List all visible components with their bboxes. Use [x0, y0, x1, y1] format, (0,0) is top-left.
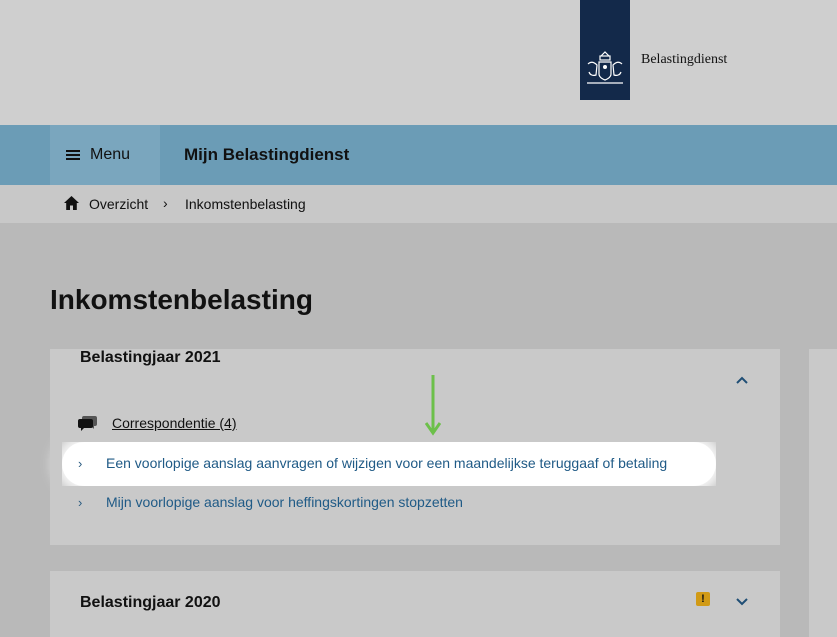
- logo[interactable]: [580, 0, 630, 100]
- logo-text: Belastingdienst: [641, 52, 728, 67]
- chevron-down-icon[interactable]: [736, 598, 748, 606]
- main-nav: Menu Mijn Belastingdienst: [0, 125, 837, 185]
- chevron-right-icon: ›: [163, 195, 168, 211]
- link-voorlopige-aanslag-aanvragen[interactable]: › Een voorlopige aanslag aanvragen of wi…: [78, 455, 667, 471]
- coat-of-arms-icon: [587, 51, 623, 84]
- menu-button[interactable]: Menu: [50, 125, 160, 185]
- breadcrumb: Overzicht › Inkomstenbelasting: [0, 185, 837, 223]
- home-icon[interactable]: [64, 196, 79, 210]
- link-heffingskortingen-stopzetten[interactable]: › Mijn voorlopige aanslag voor heffingsk…: [78, 494, 463, 510]
- correspondence-row[interactable]: Correspondentie (4): [78, 415, 237, 431]
- link-text[interactable]: Mijn voorlopige aanslag voor heffingskor…: [106, 494, 463, 510]
- breadcrumb-current: Inkomstenbelasting: [185, 196, 306, 212]
- menu-label: Menu: [90, 146, 131, 163]
- chevron-right-icon: ›: [78, 494, 83, 510]
- site-header: Belastingdienst: [0, 0, 837, 125]
- chevron-right-icon: ›: [78, 455, 83, 471]
- breadcrumb-overzicht[interactable]: Overzicht: [89, 196, 148, 212]
- section-2021-content: Belastingjaar 2021 Correspondentie (4) ›…: [50, 349, 780, 545]
- correspondence-link[interactable]: Correspondentie (4): [112, 415, 237, 431]
- section-title[interactable]: Belastingjaar 2020: [80, 594, 221, 612]
- chat-icon: [78, 416, 97, 431]
- link-text[interactable]: Een voorlopige aanslag aanvragen of wijz…: [106, 455, 667, 471]
- chevron-up-icon[interactable]: [736, 376, 748, 384]
- page-title: Inkomstenbelasting: [50, 284, 313, 315]
- nav-title[interactable]: Mijn Belastingdienst: [184, 145, 349, 165]
- menu-icon: [66, 150, 80, 160]
- section-title[interactable]: Belastingjaar 2021: [80, 349, 221, 367]
- section-belastingjaar-2020: Belastingjaar 2020 !: [50, 571, 780, 637]
- side-panel: [809, 349, 837, 637]
- warning-icon: !: [696, 592, 710, 606]
- arrow-down-icon: [425, 375, 441, 436]
